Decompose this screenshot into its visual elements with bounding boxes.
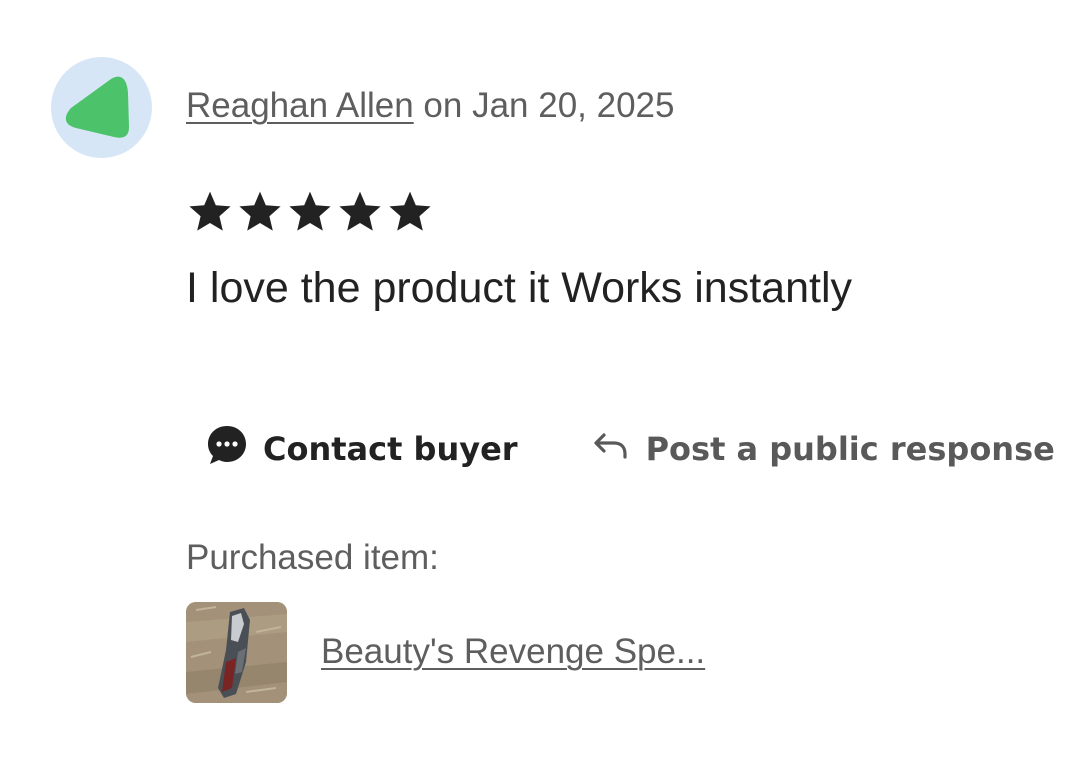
purchased-item-link[interactable]: Beauty's Revenge Spe... (321, 630, 705, 674)
review-actions: Contact buyer Post a public response (205, 424, 1055, 474)
star-icon (289, 191, 331, 231)
star-icon (189, 191, 231, 231)
review-card: Reaghan Allen on Jan 20, 2025 I love the… (0, 0, 1080, 759)
post-public-response-button[interactable]: Post a public response (592, 429, 1055, 469)
purchased-item-thumbnail[interactable] (186, 602, 287, 703)
leaf-avatar-icon (65, 76, 129, 138)
product-photo-image (186, 602, 287, 703)
contact-buyer-button[interactable]: Contact buyer (205, 423, 518, 476)
contact-buyer-label: Contact buyer (263, 430, 518, 468)
review-date: on Jan 20, 2025 (413, 86, 675, 125)
reply-arrow-icon (592, 429, 628, 469)
star-icon (239, 191, 281, 231)
chat-bubble-icon (205, 423, 249, 476)
star-icon (389, 191, 431, 231)
star-rating (186, 188, 434, 238)
review-byline: Reaghan Allen on Jan 20, 2025 (186, 84, 674, 128)
purchased-item-label: Purchased item: (186, 538, 439, 577)
reviewer-name-link[interactable]: Reaghan Allen (186, 86, 414, 125)
star-icon (339, 191, 381, 231)
avatar[interactable] (51, 57, 152, 158)
review-text: I love the product it Works instantly (186, 264, 852, 312)
post-public-response-label: Post a public response (645, 430, 1055, 468)
